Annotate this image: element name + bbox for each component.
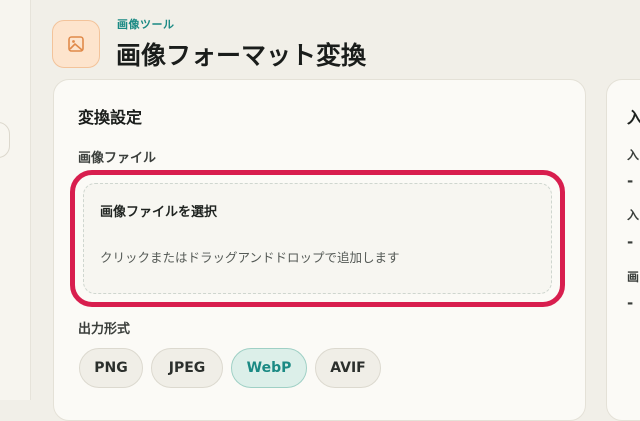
header-app-icon [52, 20, 100, 68]
info-value-2: - [627, 233, 634, 251]
page-category: 画像ツール [117, 18, 175, 31]
conversion-settings-card: 変換設定 画像ファイル 画像ファイルを選択 クリックまたはドラッグアンドドロップ… [53, 79, 586, 421]
format-selector: PNG JPEG WebP AVIF [79, 348, 381, 388]
dropzone-hint: クリックまたはドラッグアンドドロップで追加します [100, 250, 400, 265]
file-label: 画像ファイル [78, 151, 157, 166]
format-webp-button[interactable]: WebP [231, 348, 307, 388]
format-png-button[interactable]: PNG [79, 348, 143, 388]
info-value-1: - [627, 172, 634, 190]
file-dropzone[interactable]: 画像ファイルを選択 クリックまたはドラッグアンドドロップで追加します [83, 183, 552, 294]
settings-title: 変換設定 [78, 108, 143, 127]
dropzone-highlight: 画像ファイルを選択 クリックまたはドラッグアンドドロップで追加します [70, 170, 565, 307]
page-title: 画像フォーマット変換 [116, 41, 367, 70]
info-title: 入 [627, 104, 640, 128]
format-jpeg-button[interactable]: JPEG [151, 348, 223, 388]
sidebar-toggle[interactable] [0, 122, 10, 158]
info-label-1: 入 [627, 148, 640, 162]
info-label-3: 画 [627, 270, 640, 284]
dropzone-title: 画像ファイルを選択 [100, 205, 218, 220]
output-format-label: 出力形式 [78, 322, 131, 337]
format-avif-button[interactable]: AVIF [315, 348, 381, 388]
info-label-2: 入 [627, 208, 640, 222]
image-icon [68, 36, 84, 52]
input-info-card: 入 入 - 入 - 画 - [606, 79, 640, 421]
info-value-3: - [627, 294, 634, 312]
left-sidebar [0, 0, 31, 400]
